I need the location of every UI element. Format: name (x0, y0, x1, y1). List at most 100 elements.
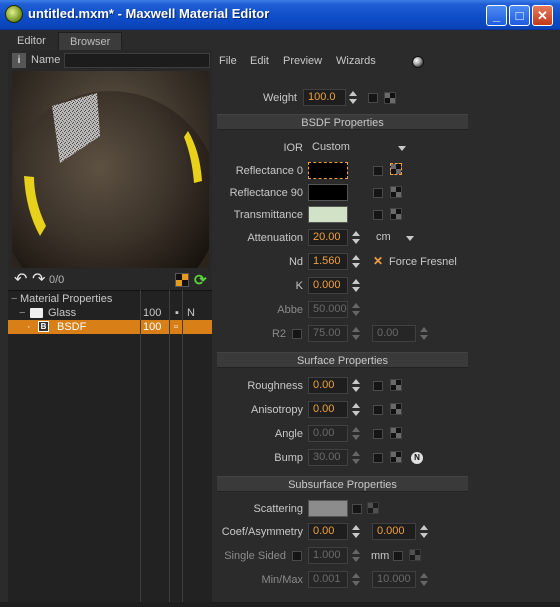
menu-file[interactable]: File (219, 55, 237, 67)
single-sided-stepper[interactable] (351, 547, 360, 564)
expand-icon[interactable]: − (19, 306, 25, 320)
reflectance0-texture-icon[interactable] (390, 163, 402, 175)
angle-map-checkbox[interactable] (373, 429, 383, 439)
material-name-input[interactable] (64, 53, 210, 68)
anisotropy-stepper[interactable] (351, 401, 360, 418)
subsurface-properties-header[interactable]: Subsurface Properties (217, 476, 468, 492)
transmittance-label: Transmittance (233, 209, 303, 221)
roughness-stepper[interactable] (351, 377, 360, 394)
bump-input[interactable]: 30.00 (308, 449, 348, 466)
roughness-map-checkbox[interactable] (373, 381, 383, 391)
reflectance0-label: Reflectance 0 (235, 165, 303, 177)
bump-map-checkbox[interactable] (373, 453, 383, 463)
asymmetry-input[interactable]: 0.000 (372, 523, 416, 540)
r2-input-b[interactable]: 0.00 (372, 325, 416, 342)
k-input[interactable]: 0.000 (308, 277, 348, 294)
abbe-label: Abbe (277, 304, 303, 316)
normal-map-icon[interactable]: N (411, 452, 423, 464)
weight-texture-icon[interactable] (384, 92, 396, 104)
menu-edit[interactable]: Edit (250, 55, 269, 67)
maximize-button[interactable]: □ (509, 5, 530, 26)
nd-input[interactable]: 1.560 (308, 253, 348, 270)
roughness-input[interactable]: 0.00 (308, 377, 348, 394)
attenuation-input[interactable]: 20.00 (308, 229, 348, 246)
weight-map-checkbox[interactable] (368, 93, 378, 103)
reflectance0-map-checkbox[interactable] (373, 166, 383, 176)
reflectance90-texture-icon[interactable] (390, 186, 402, 198)
roughness-texture-icon[interactable] (390, 379, 402, 391)
force-fresnel-label: Force Fresnel (389, 256, 457, 268)
tree-weight: 100 (143, 307, 162, 319)
angle-stepper[interactable] (351, 425, 360, 442)
angle-texture-icon[interactable] (390, 427, 402, 439)
asymmetry-stepper[interactable] (419, 523, 428, 540)
nd-stepper[interactable] (351, 253, 360, 270)
attenuation-stepper[interactable] (351, 229, 360, 246)
bsdf-properties-header[interactable]: BSDF Properties (217, 114, 468, 130)
maxwell-app-icon (5, 5, 23, 23)
bump-stepper[interactable] (351, 449, 360, 466)
single-sided-texture-icon[interactable] (409, 549, 421, 561)
r2-stepper-a[interactable] (351, 325, 360, 342)
scattering-map-checkbox[interactable] (352, 504, 362, 514)
single-sided-label: Single Sided (224, 550, 286, 562)
undo-count: 0/0 (49, 274, 65, 286)
reflectance0-swatch[interactable] (308, 162, 348, 179)
abbe-stepper[interactable] (351, 301, 360, 318)
coef-stepper[interactable] (351, 523, 360, 540)
max-input[interactable]: 10.000 (372, 571, 416, 588)
nd-label: Nd (288, 256, 303, 268)
ior-dropdown[interactable]: Custom (308, 139, 410, 156)
anisotropy-map-checkbox[interactable] (373, 405, 383, 415)
r2-checkbox[interactable] (292, 329, 302, 339)
anisotropy-texture-icon[interactable] (390, 403, 402, 415)
force-fresnel-checkbox[interactable]: ✕ (373, 254, 383, 268)
tree-label: Material Properties (20, 293, 113, 305)
weight-input[interactable]: 100.0 (303, 89, 346, 106)
single-sided-checkbox[interactable] (292, 551, 302, 561)
max-stepper[interactable] (419, 571, 428, 588)
close-button[interactable]: ✕ (532, 5, 553, 26)
minimize-button[interactable]: _ (486, 5, 507, 26)
surface-properties-header[interactable]: Surface Properties (217, 352, 468, 368)
bsdf-icon: B (38, 321, 49, 332)
single-sided-input[interactable]: 1.000 (308, 547, 348, 564)
attenuation-unit: cm (376, 231, 391, 243)
menu-wizards[interactable]: Wizards (336, 55, 376, 67)
globe-icon[interactable] (412, 56, 424, 68)
enabled-dot-icon[interactable]: ▪ (175, 306, 179, 320)
chevron-down-icon (398, 146, 406, 151)
scattering-texture-icon[interactable] (367, 502, 379, 514)
scattering-swatch[interactable] (308, 500, 348, 517)
transmittance-swatch[interactable] (308, 206, 348, 223)
transmittance-texture-icon[interactable] (390, 208, 402, 220)
window-title: untitled.mxm* - Maxwell Material Editor (28, 6, 270, 21)
angle-input[interactable]: 0.00 (308, 425, 348, 442)
bump-label: Bump (274, 452, 303, 464)
tab-browser[interactable]: Browser (58, 32, 122, 50)
undo-icon[interactable]: ↶ (14, 272, 27, 288)
transmittance-map-checkbox[interactable] (373, 210, 383, 220)
coef-input[interactable]: 0.00 (308, 523, 348, 540)
r2-label: R2 (271, 328, 286, 340)
abbe-input[interactable]: 50.000 (308, 301, 348, 318)
attenuation-unit-dropdown[interactable]: cm (372, 229, 418, 246)
reflectance90-map-checkbox[interactable] (373, 188, 383, 198)
single-sided-map-checkbox[interactable] (393, 551, 403, 561)
min-stepper[interactable] (351, 571, 360, 588)
expand-icon[interactable]: − (11, 292, 17, 306)
redo-icon[interactable]: ↷ (32, 272, 45, 288)
reflectance90-swatch[interactable] (308, 184, 348, 201)
bump-texture-icon[interactable] (390, 451, 402, 463)
k-stepper[interactable] (351, 277, 360, 294)
anisotropy-input[interactable]: 0.00 (308, 401, 348, 418)
r2-stepper-b[interactable] (419, 325, 428, 342)
weight-stepper[interactable] (348, 89, 357, 106)
tab-editor[interactable]: Editor (6, 32, 57, 50)
menu-preview[interactable]: Preview (283, 55, 322, 67)
info-icon[interactable]: i (12, 53, 26, 68)
r2-input-a[interactable]: 75.00 (308, 325, 348, 342)
tree-label: BSDF (57, 321, 87, 333)
min-input[interactable]: 0.001 (308, 571, 348, 588)
angle-label: Angle (274, 428, 303, 440)
